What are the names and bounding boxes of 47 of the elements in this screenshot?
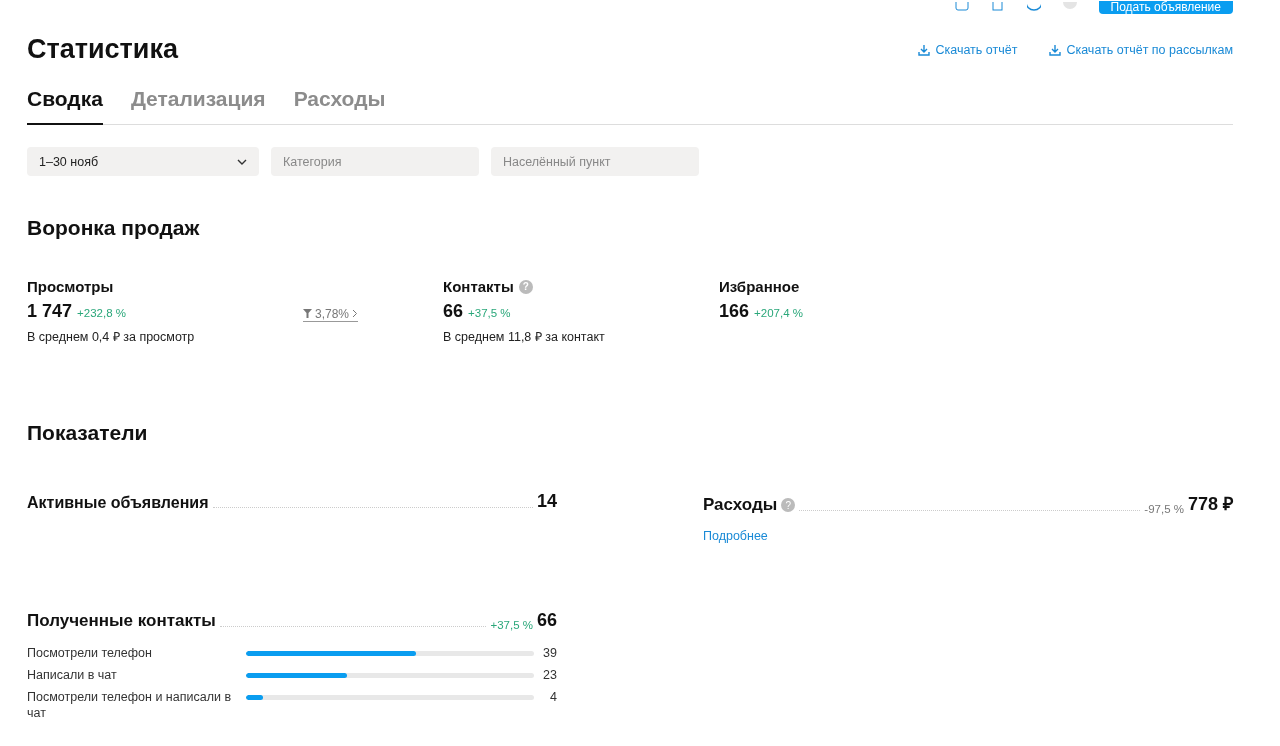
indicator-label: Расходы xyxy=(703,495,778,515)
page-title: Статистика xyxy=(27,34,180,65)
indicator-value: 66 xyxy=(536,610,557,631)
indicator-value: 778 ₽ xyxy=(1187,493,1233,515)
indicator-label: Активные объявления xyxy=(27,494,209,512)
chevron-down-icon xyxy=(237,158,247,165)
contact-count: 39 xyxy=(542,645,557,661)
download-report-link[interactable]: Скачать отчёт xyxy=(918,42,1018,57)
post-ad-button[interactable]: Подать объявление xyxy=(1098,0,1233,14)
contact-type-label: Написали в чат xyxy=(27,667,118,683)
download-icon xyxy=(1049,43,1062,56)
city-field[interactable]: Населённый пункт xyxy=(491,147,699,176)
indicator-label: Полученные контакты xyxy=(27,611,216,631)
details-link[interactable]: Подробнее xyxy=(703,529,768,543)
indicator-value: 14 xyxy=(536,491,557,512)
tab[interactable]: Расходы xyxy=(293,87,386,125)
conversion-link[interactable]: 3,78% xyxy=(303,306,359,322)
metric-change: +37,5 % xyxy=(468,307,511,319)
contact-count: 23 xyxy=(542,667,557,683)
indicator-change: -97,5 % xyxy=(1144,503,1184,515)
indicator-change: +37,5 % xyxy=(490,619,533,631)
metric-change: +207,4 % xyxy=(754,307,803,319)
category-field[interactable]: Категория xyxy=(271,147,479,176)
metric-note: В среднем 0,4 ₽ за просмотр xyxy=(27,329,196,345)
metric-label: Просмотры xyxy=(27,278,114,295)
contact-count: 4 xyxy=(549,689,557,705)
metric-value: 66 xyxy=(443,301,464,322)
info-icon[interactable] xyxy=(1026,2,1041,12)
tab[interactable]: Детализация xyxy=(130,87,266,125)
help-icon[interactable]: ? xyxy=(518,279,533,294)
contact-type-label: Посмотрели телефон и написали в чат xyxy=(27,689,233,721)
section-title: Воронка продаж xyxy=(27,216,201,240)
chevron-right-icon xyxy=(352,309,359,318)
metric-label: Контакты xyxy=(443,278,514,295)
tab[interactable]: Сводка xyxy=(27,87,103,125)
metric-value: 166 xyxy=(719,301,750,322)
section-title: Показатели xyxy=(27,421,149,445)
metric-value: 1 747 xyxy=(27,301,73,322)
metric-label: Избранное xyxy=(719,278,800,295)
metric-note: В среднем 11,8 ₽ за контакт xyxy=(443,329,606,345)
metric-change: +232,8 % xyxy=(77,307,126,319)
download-icon xyxy=(918,43,931,56)
download-report-link[interactable]: Скачать отчёт по рассылкам xyxy=(1049,42,1233,57)
funnel-icon xyxy=(303,309,312,318)
period-select[interactable]: 1–30 нояб xyxy=(27,147,259,176)
contact-type-label: Посмотрели телефон xyxy=(27,645,153,661)
help-icon[interactable]: ? xyxy=(781,498,796,512)
